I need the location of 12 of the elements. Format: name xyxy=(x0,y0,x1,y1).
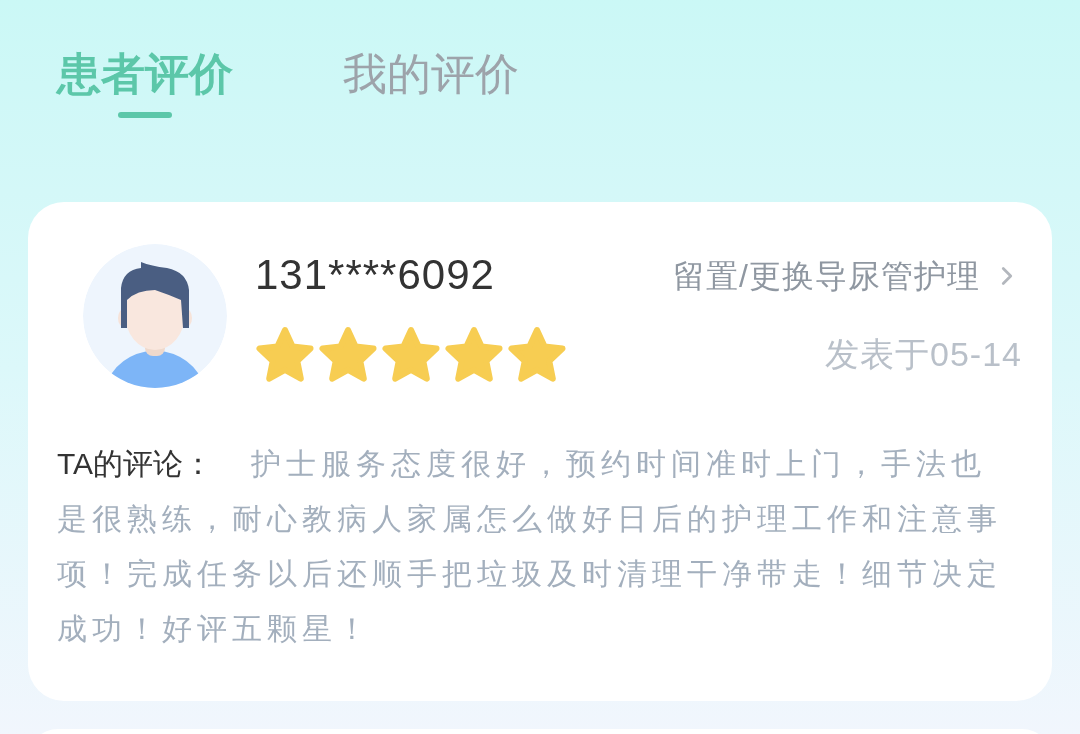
tab[interactable]: 我的评价 xyxy=(343,46,519,118)
service-link[interactable]: 留置/更换导尿管护理 xyxy=(673,256,1022,296)
comment-text: TA的评论： 护士服务态度很好，预约时间准时上门，手法也是很熟练，耐心教病人家属怎么做好日后的护理工作和注意事项！完成任务以后还顺手把垃圾及时清理干净带走！细节决定成功！好评五颗星！ xyxy=(57,446,1003,647)
star-icon xyxy=(444,326,504,384)
star-icon xyxy=(381,326,441,384)
star-icon xyxy=(255,326,315,384)
post-date: 发表于05-14 xyxy=(825,334,1022,374)
star-icon xyxy=(507,326,567,384)
user-name: 131****6092 xyxy=(255,252,496,298)
avatar-icon xyxy=(83,244,227,388)
star-icon xyxy=(318,326,378,384)
tab[interactable]: 患者评价 xyxy=(57,46,233,118)
